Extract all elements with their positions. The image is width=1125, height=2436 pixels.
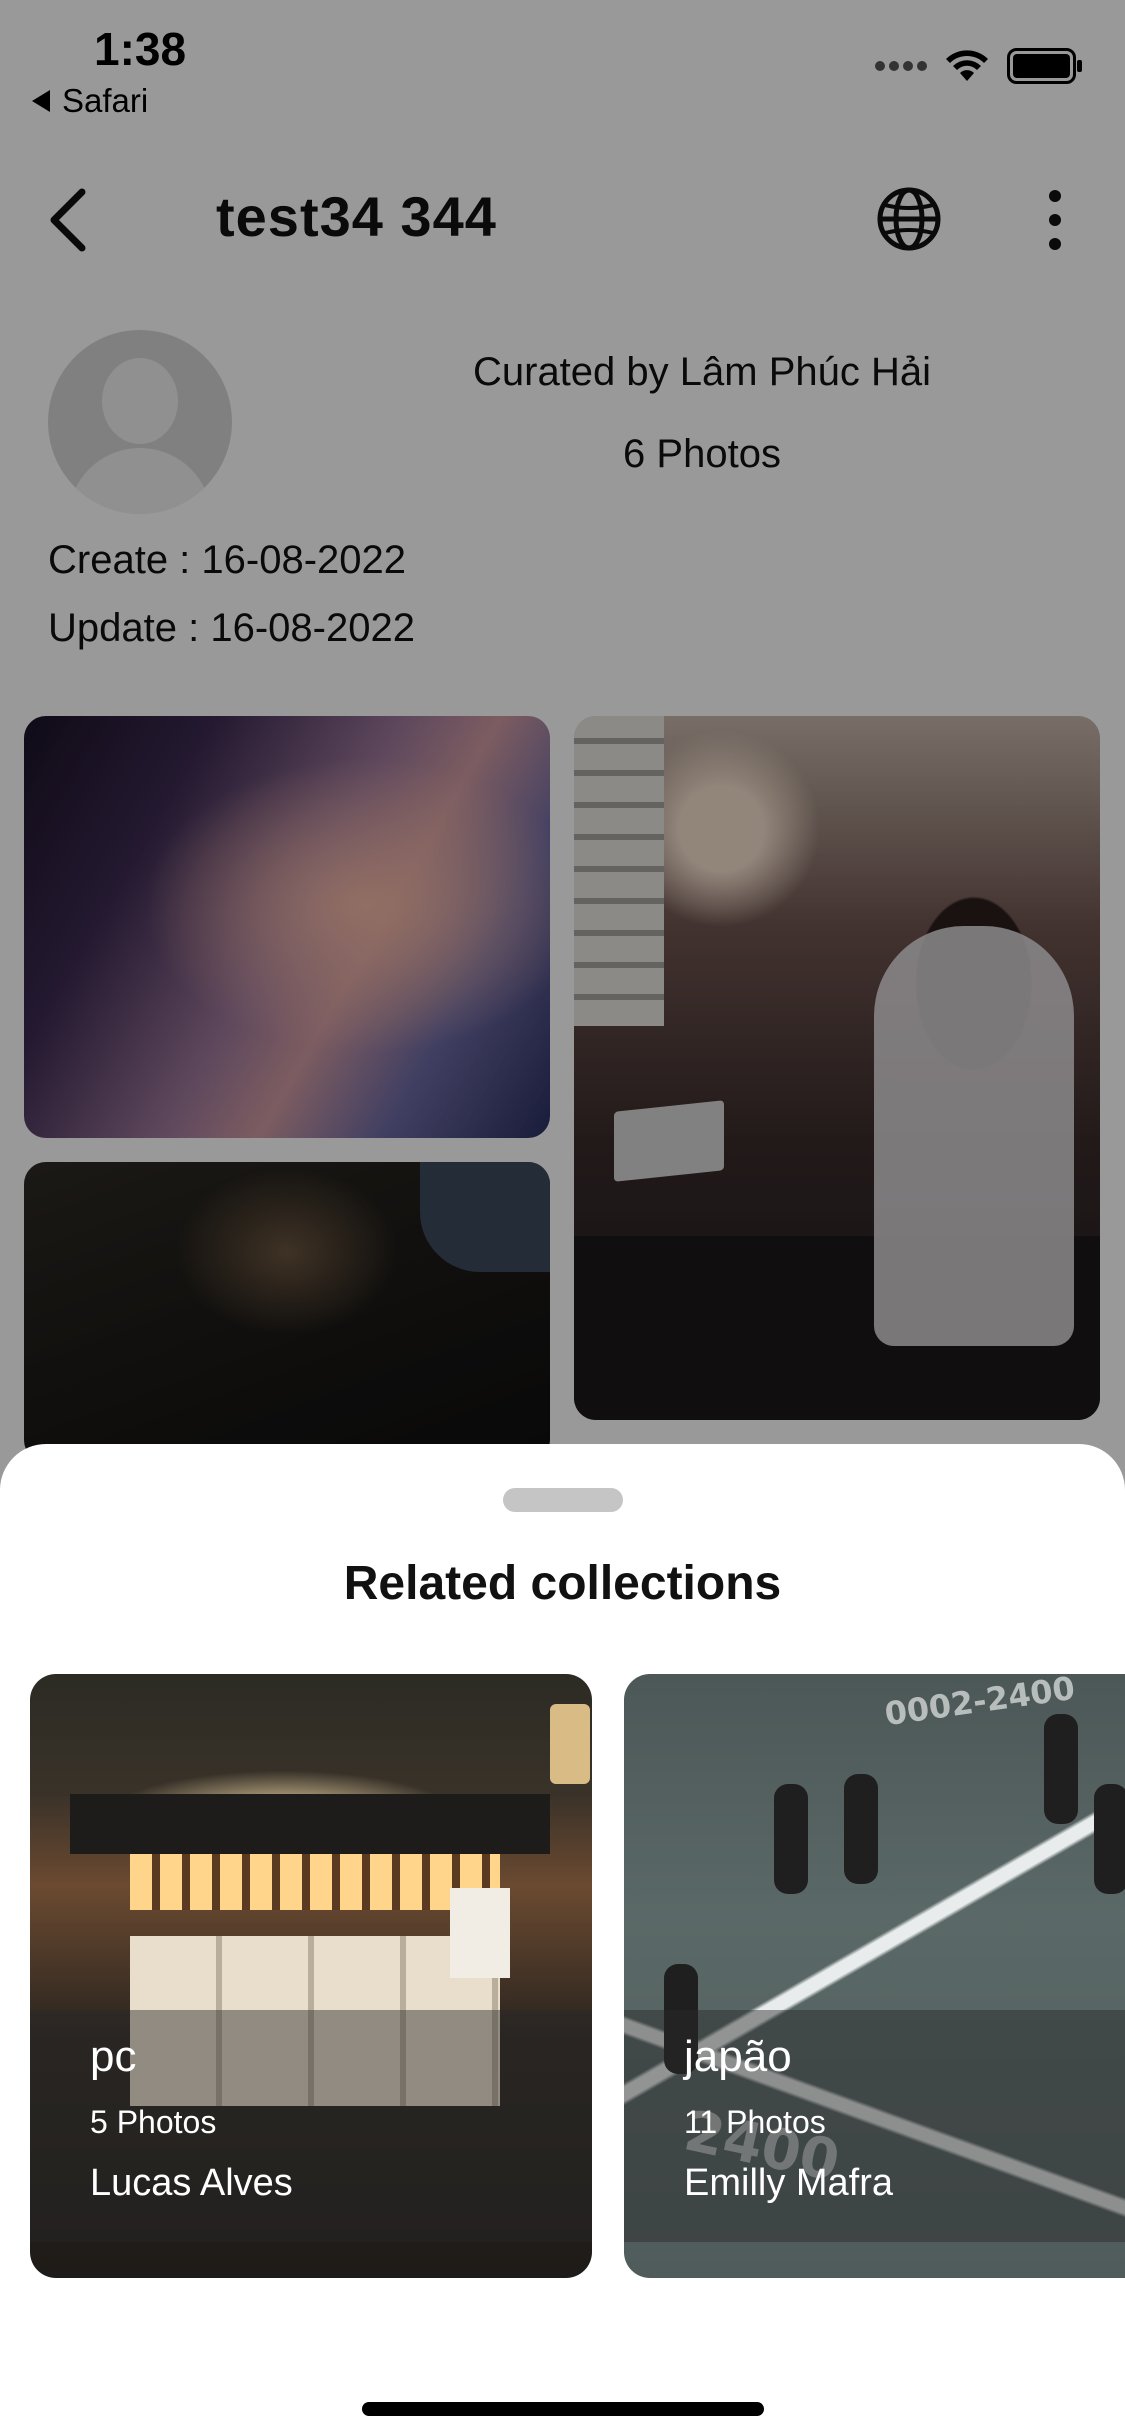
screen: 1:38 Safari test34 344 Curated by Lâm Ph… [0, 0, 1125, 2436]
sheet-title: Related collections [343, 1557, 782, 1610]
collection-card[interactable]: 0002-2400 2400 japão 11 Photos Emilly Ma… [624, 1674, 1125, 2278]
card-author: Emilly Mafra [684, 2162, 894, 2204]
card-name: pc [90, 2032, 137, 2081]
card-name: japão [684, 2032, 792, 2081]
card-photos-count: 11 Photos [684, 2104, 826, 2140]
home-indicator [362, 2402, 764, 2416]
collections-carousel[interactable]: pc 5 Photos Lucas Alves 0002-2400 2400 j… [30, 1674, 1125, 2278]
card-author: Lucas Alves [90, 2162, 293, 2204]
collection-card[interactable]: pc 5 Photos Lucas Alves [30, 1674, 592, 2278]
related-collections-sheet: Related collections pc 5 Photos Lucas Al… [0, 1444, 1125, 2436]
card-photos-count: 5 Photos [90, 2104, 217, 2140]
sheet-grabber[interactable] [503, 1488, 623, 1512]
